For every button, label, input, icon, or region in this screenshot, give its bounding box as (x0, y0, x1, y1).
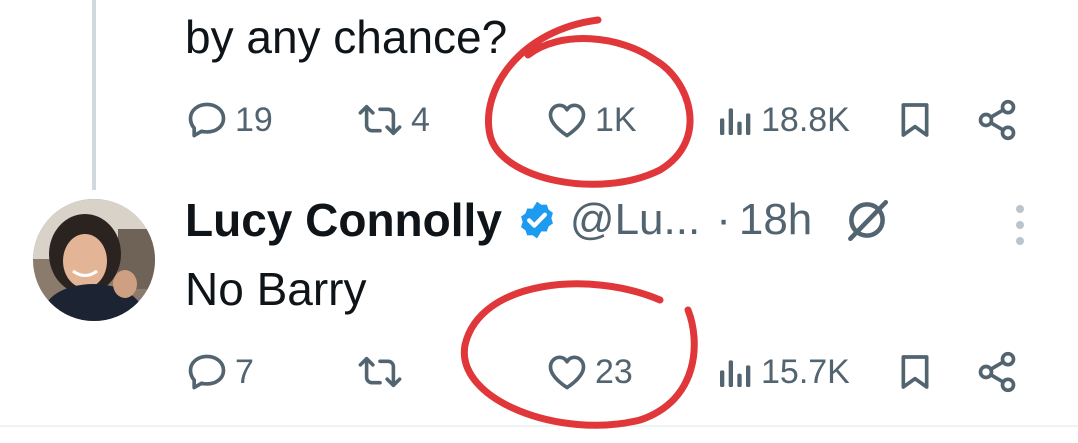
tweet-text: No Barry (185, 263, 367, 315)
retweet-icon (355, 98, 405, 142)
tweet-header: Lucy Connolly @Lu... · 18h (185, 190, 892, 250)
tweet-actions: 19 4 1K 18.8K (185, 90, 1035, 150)
like-count: 1K (595, 101, 637, 139)
retweet-count: 4 (411, 101, 430, 139)
like-button[interactable]: 1K (545, 90, 637, 150)
like-icon (545, 98, 589, 142)
more-dot (1016, 221, 1024, 229)
divider (0, 425, 1078, 427)
share-icon (975, 98, 1019, 142)
reply-icon (185, 98, 229, 142)
more-icon[interactable] (1008, 205, 1032, 245)
reply-icon (185, 350, 229, 394)
view-count: 18.8K (761, 101, 850, 139)
reply-count: 7 (235, 353, 254, 391)
like-button[interactable]: 23 (545, 342, 633, 402)
tweet-actions: 7 23 15.7K (185, 342, 1035, 402)
author-name[interactable]: Lucy Connolly (185, 193, 502, 247)
share-button[interactable] (975, 90, 1019, 150)
reply-count: 19 (235, 101, 273, 139)
share-button[interactable] (975, 342, 1019, 402)
like-count: 23 (595, 353, 633, 391)
bookmark-icon (895, 98, 935, 142)
thread-line (92, 0, 96, 190)
verified-badge-icon (516, 199, 558, 241)
separator: · (716, 195, 731, 244)
tweet-text: by any chance? (185, 11, 508, 63)
avatar[interactable] (33, 199, 155, 321)
timestamp[interactable]: 18h (739, 195, 812, 245)
reply-button[interactable]: 7 (185, 342, 254, 402)
bookmark-button[interactable] (895, 342, 935, 402)
more-dot (1016, 237, 1024, 245)
like-icon (545, 350, 589, 394)
author-handle[interactable]: @Lu... (570, 195, 700, 245)
retweet-icon (355, 350, 405, 394)
reply-button[interactable]: 19 (185, 90, 273, 150)
view-count: 15.7K (761, 353, 850, 391)
share-icon (975, 350, 1019, 394)
views-button[interactable]: 18.8K (715, 90, 850, 150)
views-button[interactable]: 15.7K (715, 342, 850, 402)
grok-icon[interactable] (842, 195, 892, 245)
more-dot (1016, 205, 1024, 213)
retweet-button[interactable]: 4 (355, 90, 430, 150)
views-icon (715, 98, 755, 142)
bookmark-icon (895, 350, 935, 394)
retweet-button[interactable] (355, 342, 405, 402)
bookmark-button[interactable] (895, 90, 935, 150)
views-icon (715, 350, 755, 394)
